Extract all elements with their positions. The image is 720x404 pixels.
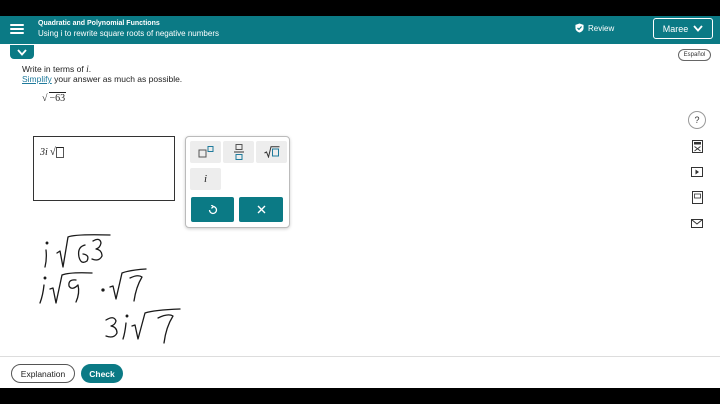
collapse-header-button[interactable]	[10, 45, 34, 59]
explanation-button[interactable]: Explanation	[11, 364, 75, 383]
letterbox-bottom	[0, 388, 720, 404]
review-button[interactable]: Review	[575, 23, 614, 33]
prompt-period: .	[88, 64, 92, 74]
mail-icon	[691, 218, 703, 228]
exponent-key[interactable]	[190, 141, 221, 163]
chevron-down-icon	[693, 25, 703, 32]
imaginary-i-key[interactable]: i	[190, 168, 221, 190]
scratch-line-1	[44, 234, 111, 268]
answer-unit: i	[45, 146, 48, 158]
radicand-slot[interactable]	[55, 146, 64, 158]
user-menu-button[interactable]: Maree	[653, 18, 713, 39]
answer-input[interactable]: 3i √	[33, 136, 175, 201]
message-button[interactable]	[688, 214, 706, 232]
ebook-button[interactable]	[688, 188, 706, 206]
scratch-work-handwriting	[39, 234, 181, 344]
prompt-text: Write in terms of	[22, 64, 84, 74]
language-toggle-button[interactable]: Español	[678, 49, 711, 61]
footer-bar: Explanation Check	[0, 356, 720, 388]
close-icon	[257, 205, 265, 214]
problem-expression: √ −63	[42, 92, 67, 106]
square-root-icon	[263, 146, 279, 158]
clear-button[interactable]	[239, 197, 283, 222]
radical-sign-icon: √	[42, 93, 48, 104]
letterbox-top	[0, 0, 720, 16]
review-shield-icon	[575, 23, 584, 33]
fraction-key[interactable]	[223, 141, 254, 163]
scratch-line-2	[39, 268, 147, 304]
ebook-icon	[691, 190, 703, 204]
help-button[interactable]: ?	[688, 111, 706, 129]
fraction-icon	[233, 144, 244, 160]
calculator-icon	[691, 139, 703, 153]
answer-value: 3i √	[40, 146, 64, 158]
simplify-rest: your answer as much as possible.	[54, 74, 183, 84]
question-mark-icon: ?	[694, 115, 700, 125]
lesson-title: Using i to rewrite square roots of negat…	[38, 29, 219, 38]
hamburger-menu-icon[interactable]	[10, 23, 24, 35]
simplify-link[interactable]: Simplify	[22, 74, 52, 84]
top-bar: Quadratic and Polynomial Functions Using…	[0, 16, 720, 44]
scratch-line-3	[105, 308, 181, 344]
check-button[interactable]: Check	[81, 364, 123, 383]
expression-radicand: −63	[48, 92, 67, 104]
video-play-icon	[691, 167, 703, 177]
calculator-button[interactable]	[688, 137, 706, 155]
user-name: Maree	[662, 23, 689, 34]
topic-title: Quadratic and Polynomial Functions	[38, 20, 160, 27]
review-label: Review	[588, 23, 615, 33]
exponent-icon	[198, 146, 213, 158]
simplify-instruction: Simplify your answer as much as possible…	[22, 74, 182, 84]
video-button[interactable]	[688, 163, 706, 181]
square-root-key[interactable]	[256, 141, 287, 163]
screen: Quadratic and Polynomial Functions Using…	[0, 0, 720, 404]
chevron-down-icon	[17, 48, 27, 56]
